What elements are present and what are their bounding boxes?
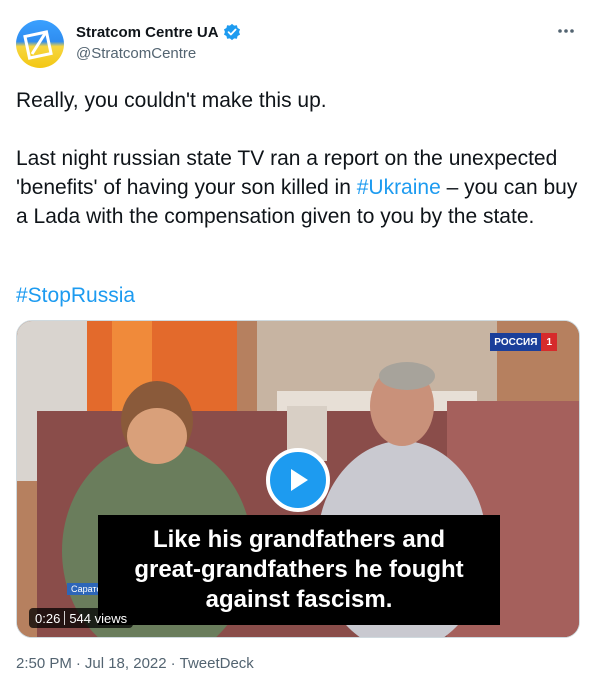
channel-logo-word: РОССИЯ — [490, 333, 542, 351]
play-button[interactable] — [266, 448, 330, 512]
tweet-date[interactable]: Jul 18, 2022 — [85, 655, 167, 672]
subtitle-line: Like his grandfathers and — [152, 526, 446, 553]
verified-badge-icon — [223, 23, 240, 41]
video-subtitle: Like his grandfathers and great-grandfat… — [98, 515, 500, 625]
tweet-paragraph-3: #StopRussia — [16, 281, 581, 310]
tweet-footer: 2:50 PM · Jul 18, 2022 · TweetDeck — [16, 655, 254, 672]
subtitle-line: great-grandfathers he fought — [134, 556, 464, 583]
separator: · — [75, 655, 81, 672]
channel-logo-number: 1 — [541, 333, 557, 351]
name-row: Stratcom Centre UA — [76, 23, 241, 41]
hashtag-ukraine[interactable]: #Ukraine — [357, 176, 441, 199]
subtitle-line: against fascism. — [205, 586, 393, 613]
hashtag-stoprussia[interactable]: #StopRussia — [16, 284, 135, 307]
tweet-paragraph-2: Last night russian state TV ran a report… — [16, 144, 581, 231]
stratcom-logo-icon — [23, 30, 53, 60]
divider — [64, 611, 66, 625]
video-player[interactable]: РОССИЯ 1 Сарато Like his grandfathers an… — [16, 320, 580, 638]
video-views: 544 views — [69, 610, 128, 626]
tweet-line-1: Really, you couldn't make this up. — [16, 89, 327, 112]
user-handle[interactable]: @StratcomCentre — [76, 45, 196, 62]
video-meta: 0:26 544 views — [29, 608, 134, 628]
separator: · — [170, 655, 176, 672]
tweet-header: Stratcom Centre UA @StratcomCentre — [16, 16, 579, 76]
tweet-source[interactable]: TweetDeck — [180, 655, 254, 672]
play-icon — [291, 469, 308, 491]
display-name[interactable]: Stratcom Centre UA — [76, 24, 219, 41]
avatar[interactable] — [16, 20, 64, 68]
more-horizontal-icon[interactable] — [555, 20, 577, 42]
channel-logo: РОССИЯ 1 — [490, 333, 557, 351]
video-duration: 0:26 — [35, 610, 61, 626]
tweet-time[interactable]: 2:50 PM — [16, 655, 72, 672]
